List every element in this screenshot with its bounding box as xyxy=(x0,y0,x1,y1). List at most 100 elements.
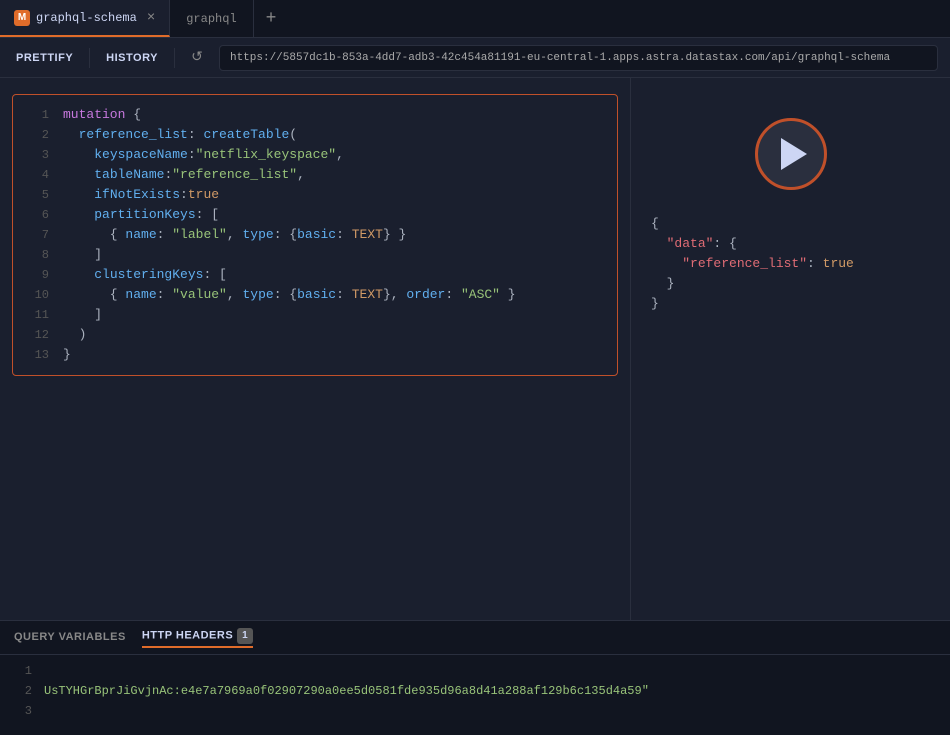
result-pane: { "data": { "reference_list": true }} xyxy=(630,78,950,620)
token-plain: : xyxy=(188,127,204,142)
bottom-panel: QUERY VARIABLES HTTP HEADERS1 12 UsTYHGrB… xyxy=(0,620,950,735)
line-content: { name: "value", type: {basic: TEXT}, or… xyxy=(63,285,516,305)
token-str: "netflix_keyspace" xyxy=(196,147,336,162)
token-plain: , xyxy=(227,287,243,302)
result-token: : xyxy=(807,256,823,271)
editor-line-7: 7 { name: "label", type: {basic: TEXT} } xyxy=(27,225,603,245)
result-line-content: } xyxy=(651,294,659,314)
tab-http-headers[interactable]: HTTP HEADERS1 xyxy=(142,628,253,648)
toolbar: PRETTIFY HISTORY ↺ https://5857dc1b-853a… xyxy=(0,38,950,78)
editor-line-5: 5 ifNotExists:true xyxy=(27,185,603,205)
token-str: "reference_list" xyxy=(172,167,297,182)
bottom-line-number: 1 xyxy=(14,661,32,681)
token-fn: name xyxy=(125,227,156,242)
token-plain xyxy=(63,127,79,142)
tab-close-graphql-schema[interactable]: × xyxy=(147,10,155,26)
editor-line-4: 4 tableName:"reference_list", xyxy=(27,165,603,185)
token-plain xyxy=(63,207,94,222)
token-fn: basic xyxy=(297,227,336,242)
token-plain: : xyxy=(336,227,352,242)
editor-line-11: 11 ] xyxy=(27,305,603,325)
bottom-line: 3 xyxy=(14,701,936,721)
token-val: TEXT xyxy=(352,287,383,302)
token-plain: , xyxy=(336,147,344,162)
result-line: "reference_list": true xyxy=(651,254,854,274)
token-fn: ifNotExists xyxy=(94,187,180,202)
token-plain: : xyxy=(157,227,173,242)
token-plain: } } xyxy=(383,227,406,242)
line-number: 5 xyxy=(27,185,49,205)
token-str: "value" xyxy=(172,287,227,302)
result-token: { xyxy=(651,216,659,231)
token-plain: , xyxy=(297,167,305,182)
token-fn: order xyxy=(406,287,445,302)
result-line-content: } xyxy=(651,274,674,294)
token-kw: mutation xyxy=(63,107,125,122)
token-plain: { xyxy=(63,227,125,242)
editor-line-12: 12 ) xyxy=(27,325,603,345)
token-plain: { xyxy=(63,287,125,302)
token-plain: ) xyxy=(63,327,86,342)
token-plain xyxy=(63,267,94,282)
url-bar[interactable]: https://5857dc1b-853a-4dd7-adb3-42c454a8… xyxy=(219,45,938,71)
tab-graphql-schema[interactable]: M graphql-schema × xyxy=(0,0,170,37)
token-plain xyxy=(63,167,94,182)
token-plain xyxy=(63,187,94,202)
result-json: { "data": { "reference_list": true }} xyxy=(631,214,854,314)
editor-line-1: 1mutation { xyxy=(27,105,603,125)
bottom-line-number: 3 xyxy=(14,701,32,721)
token-fn: keyspaceName xyxy=(94,147,188,162)
editor-line-10: 10 { name: "value", type: {basic: TEXT},… xyxy=(27,285,603,305)
token-plain: ] xyxy=(63,307,102,322)
token-val: true xyxy=(188,187,219,202)
toolbar-divider-2 xyxy=(174,48,175,68)
tab-label-graphql: graphql xyxy=(186,12,236,26)
play-icon xyxy=(781,138,807,170)
bottom-line: 2 UsTYHGrBprJiGvjnAc:e4e7a7969a0f02907290… xyxy=(14,681,936,701)
result-line: "data": { xyxy=(651,234,854,254)
tab-graphql[interactable]: graphql xyxy=(170,0,253,37)
code-editor[interactable]: 1mutation {2 reference_list: createTable… xyxy=(12,94,618,376)
editor-line-8: 8 ] xyxy=(27,245,603,265)
tab-query-variables[interactable]: QUERY VARIABLES xyxy=(14,631,126,645)
editor-line-9: 9 clusteringKeys: [ xyxy=(27,265,603,285)
prettify-button[interactable]: PRETTIFY xyxy=(12,48,77,68)
token-plain: : xyxy=(336,287,352,302)
line-content: { name: "label", type: {basic: TEXT} } xyxy=(63,225,406,245)
refresh-button[interactable]: ↺ xyxy=(187,48,207,68)
toolbar-divider-1 xyxy=(89,48,90,68)
bottom-line: 1 xyxy=(14,661,936,681)
tab-icon-m: M xyxy=(14,10,30,26)
line-content: } xyxy=(63,345,71,365)
line-number: 8 xyxy=(27,245,49,265)
token-fn: createTable xyxy=(203,127,289,142)
result-line: } xyxy=(651,294,854,314)
token-fn: tableName xyxy=(94,167,164,182)
bottom-tabs: QUERY VARIABLES HTTP HEADERS1 xyxy=(0,621,950,655)
result-token xyxy=(651,256,682,271)
tab-add-button[interactable]: + xyxy=(254,0,289,37)
result-line: } xyxy=(651,274,854,294)
editor-pane: 1mutation {2 reference_list: createTable… xyxy=(0,78,630,620)
token-plain: : xyxy=(157,287,173,302)
token-fn: basic xyxy=(297,287,336,302)
token-plain: { xyxy=(125,107,141,122)
result-line: { xyxy=(651,214,854,234)
main-area: 1mutation {2 reference_list: createTable… xyxy=(0,78,950,620)
editor-line-13: 13} xyxy=(27,345,603,365)
line-content: ] xyxy=(63,305,102,325)
bottom-content: 12 UsTYHGrBprJiGvjnAc:e4e7a7969a0f0290729… xyxy=(0,655,950,735)
bottom-line-content: UsTYHGrBprJiGvjnAc:e4e7a7969a0f02907290a… xyxy=(44,681,649,701)
line-number: 3 xyxy=(27,145,49,165)
history-button[interactable]: HISTORY xyxy=(102,48,162,68)
token-fn: partitionKeys xyxy=(94,207,195,222)
editor-line-2: 2 reference_list: createTable( xyxy=(27,125,603,145)
line-content: keyspaceName:"netflix_keyspace", xyxy=(63,145,344,165)
line-number: 10 xyxy=(27,285,49,305)
run-button[interactable] xyxy=(755,118,827,190)
line-content: reference_list: createTable( xyxy=(63,125,297,145)
line-number: 11 xyxy=(27,305,49,325)
result-token: true xyxy=(823,256,854,271)
bottom-line-number: 2 xyxy=(14,681,32,701)
line-number: 2 xyxy=(27,125,49,145)
